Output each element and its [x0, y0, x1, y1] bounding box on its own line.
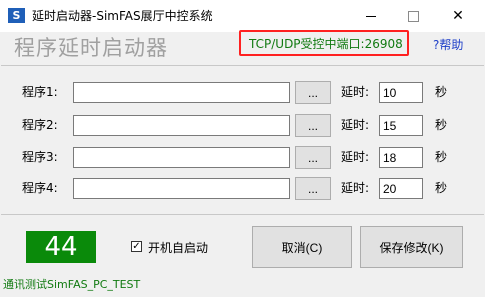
program-2-delay-label: 延时: [341, 118, 370, 132]
maximize-button[interactable] [390, 0, 436, 32]
tcp-port-label: TCP/UDP受控中端口:26908 [249, 37, 403, 51]
program-4-label: 程序4: [22, 181, 58, 195]
cancel-button[interactable]: 取消(C) [252, 226, 352, 268]
program-3-label: 程序3: [22, 150, 58, 164]
program-2-path-input[interactable] [73, 115, 290, 136]
app-heading: 程序延时启动器 [14, 36, 168, 60]
program-3-delay-label: 延时: [341, 150, 370, 164]
program-1-browse-button[interactable]: ... [295, 81, 331, 104]
program-2-delay-input[interactable] [379, 115, 423, 136]
minimize-button[interactable] [348, 0, 394, 32]
program-4-browse-button[interactable]: ... [295, 177, 331, 200]
program-2-unit-label: 秒 [435, 118, 448, 132]
program-1-unit-label: 秒 [435, 85, 448, 99]
program-3-delay-input[interactable] [379, 147, 423, 168]
program-3-browse-button[interactable]: ... [295, 146, 331, 169]
program-1-path-input[interactable] [73, 82, 290, 103]
window-title: 延时启动器-SimFAS展厅中控系统 [32, 9, 213, 23]
program-4-unit-label: 秒 [435, 181, 448, 195]
program-2-browse-button[interactable]: ... [295, 114, 331, 137]
program-4-delay-label: 延时: [341, 181, 370, 195]
status-text: 通讯测试SimFAS_PC_TEST [3, 278, 141, 291]
maximize-icon [407, 11, 419, 22]
program-1-label: 程序1: [22, 85, 58, 99]
minimize-icon [366, 16, 376, 17]
program-3-path-input[interactable] [73, 147, 290, 168]
countdown-counter: 44 [26, 231, 96, 263]
save-button[interactable]: 保存修改(K) [360, 226, 463, 268]
program-4-delay-input[interactable] [379, 178, 423, 199]
checkmark-icon: ✓ [132, 241, 141, 252]
close-button[interactable]: ✕ [435, 0, 481, 32]
program-4-path-input[interactable] [73, 178, 290, 199]
app-logo-icon: S [8, 8, 25, 23]
close-icon: ✕ [452, 8, 464, 24]
help-link[interactable]: ?帮助 [433, 37, 463, 53]
autostart-label[interactable]: 开机自启动 [148, 240, 208, 256]
autostart-checkbox[interactable]: ✓ [131, 241, 142, 252]
program-1-delay-input[interactable] [379, 82, 423, 103]
program-2-label: 程序2: [22, 118, 58, 132]
program-3-unit-label: 秒 [435, 150, 448, 164]
program-1-delay-label: 延时: [341, 85, 370, 99]
